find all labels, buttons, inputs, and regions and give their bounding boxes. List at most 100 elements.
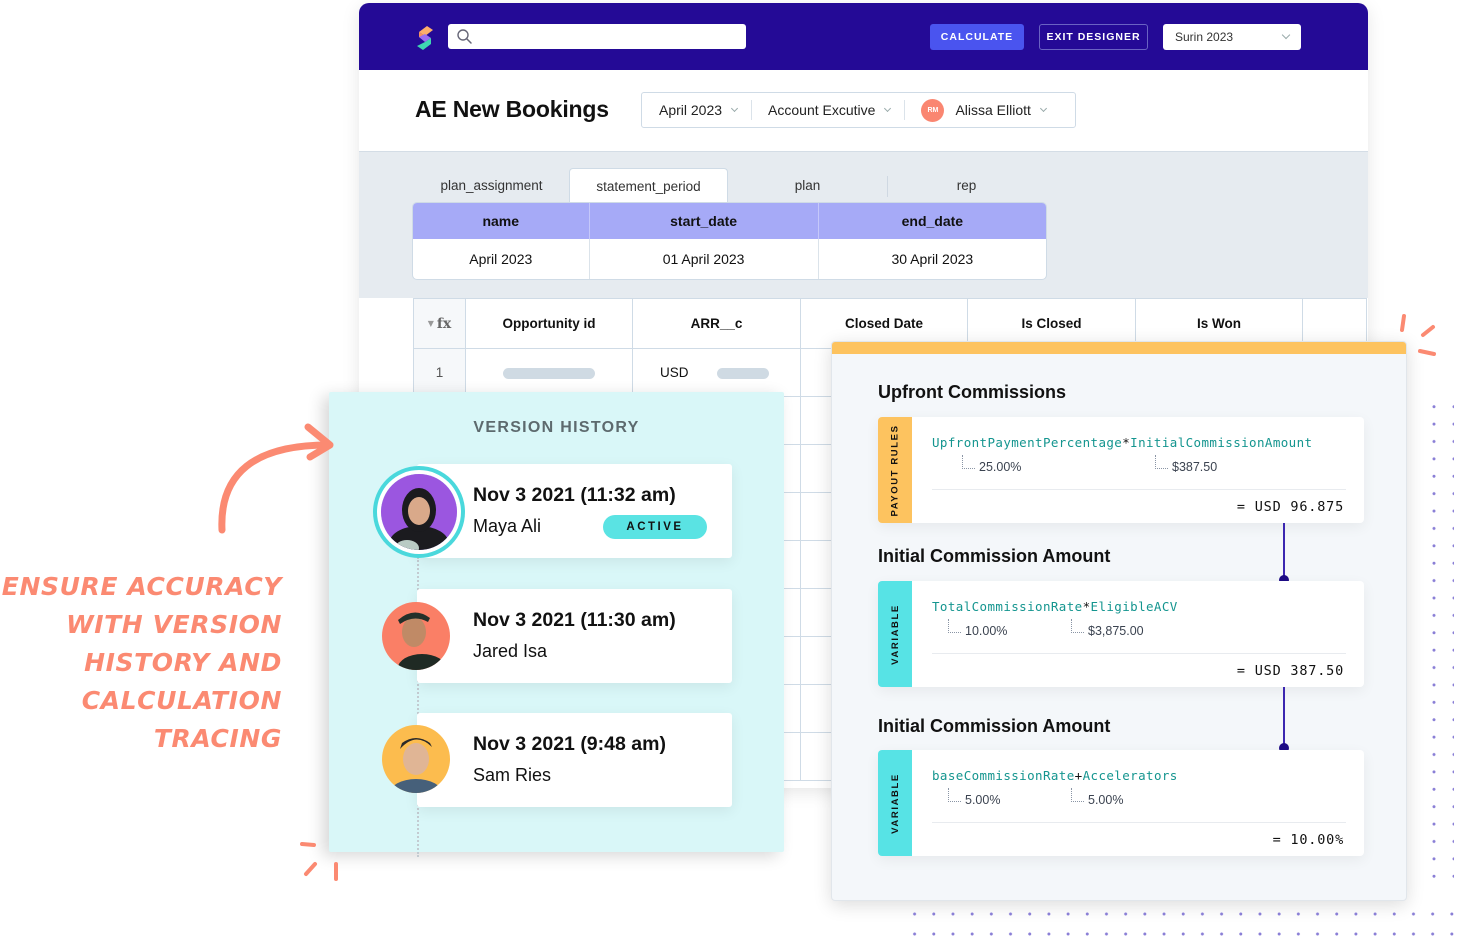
rule-type-tag: VARIABLE bbox=[878, 750, 912, 856]
payout-rule-card[interactable]: PAYOUT RULES UpfrontPaymentPercentage*In… bbox=[878, 417, 1364, 523]
operand-value: 5.00% bbox=[1071, 788, 1123, 807]
chevron-down-icon bbox=[731, 104, 739, 112]
tagline-line: with version bbox=[66, 610, 282, 639]
version-entry[interactable]: Nov 3 2021 (11:30 am) Jared Isa bbox=[382, 589, 732, 683]
user-photo-icon bbox=[381, 474, 457, 550]
table-cell: 30 April 2023 bbox=[891, 251, 974, 267]
page-title: AE New Bookings bbox=[415, 96, 609, 122]
avatar bbox=[382, 602, 450, 670]
formula-operand[interactable]: baseCommissionRate bbox=[932, 768, 1075, 783]
rule-type-tag: PAYOUT RULES bbox=[878, 417, 912, 523]
opportunity-id-cell bbox=[465, 348, 633, 397]
variable-card[interactable]: VARIABLE TotalCommissionRate*EligibleACV… bbox=[878, 581, 1364, 687]
formula-operand[interactable]: EligibleACV bbox=[1091, 599, 1178, 614]
exit-designer-button[interactable]: EXIT DESIGNER bbox=[1039, 24, 1148, 50]
top-bar: CALCULATE EXIT DESIGNER Surin 2023 bbox=[359, 3, 1368, 70]
formula-expression: UpfrontPaymentPercentage*InitialCommissi… bbox=[932, 435, 1313, 450]
tab-statement-period[interactable]: statement_period bbox=[569, 168, 728, 203]
panel-accent-bar bbox=[832, 342, 1406, 354]
trace-section-title: Upfront Commissions bbox=[878, 382, 1067, 402]
role-filter[interactable]: Account Excutive bbox=[751, 93, 904, 127]
table-cell: April 2023 bbox=[413, 239, 590, 279]
formula-expression: TotalCommissionRate*EligibleACV bbox=[932, 599, 1178, 614]
formula-column-header[interactable]: ▼ fx bbox=[413, 298, 466, 349]
table-cell: 01 April 2023 bbox=[589, 239, 819, 279]
operand-value: 10.00% bbox=[948, 619, 1007, 638]
operand-value: $3,875.00 bbox=[1071, 619, 1144, 638]
trace-connector bbox=[1279, 523, 1289, 585]
loading-placeholder bbox=[716, 367, 769, 379]
calculation-trace-panel: Upfront Commissions PAYOUT RULES Upfront… bbox=[831, 341, 1407, 901]
version-entry[interactable]: Nov 3 2021 (9:48 am) Sam Ries bbox=[382, 713, 732, 807]
plan-select[interactable]: Surin 2023 bbox=[1163, 24, 1301, 50]
chevron-down-icon bbox=[884, 104, 892, 112]
fx-icon: fx bbox=[436, 315, 452, 332]
row-index: 1 bbox=[413, 348, 466, 397]
tab-plan-assignment[interactable]: plan_assignment bbox=[414, 168, 569, 203]
source-tabs: plan_assignment statement_period plan re… bbox=[414, 168, 1046, 203]
divider bbox=[932, 653, 1346, 654]
version-author: Jared Isa bbox=[473, 641, 548, 661]
avatar: RM bbox=[921, 98, 945, 122]
version-history-title: VERSION HISTORY bbox=[473, 419, 640, 436]
trace-section-title: Initial Commission Amount bbox=[878, 546, 1111, 566]
arr-cell: USD bbox=[632, 348, 801, 397]
operand-value: 5.00% bbox=[948, 788, 1000, 807]
version-date: Nov 3 2021 (11:30 am) bbox=[473, 609, 676, 631]
formula-result: = USD 96.875 bbox=[1236, 499, 1344, 515]
dot-pattern bbox=[1424, 398, 1454, 888]
dot-pattern bbox=[905, 904, 1460, 938]
formula-operand[interactable]: UpfrontPaymentPercentage bbox=[932, 435, 1122, 450]
tab-plan[interactable]: plan bbox=[728, 168, 887, 203]
user-photo-icon bbox=[382, 602, 450, 670]
rule-type-tag: VARIABLE bbox=[878, 581, 912, 687]
trace-section-title: Initial Commission Amount bbox=[878, 716, 1111, 736]
column-header-name[interactable]: name bbox=[413, 203, 590, 239]
spiff-logo-icon[interactable] bbox=[415, 24, 435, 52]
period-filter[interactable]: April 2023 bbox=[642, 93, 751, 127]
version-date: Nov 3 2021 (11:32 am) bbox=[473, 484, 676, 506]
formula-expression: baseCommissionRate+Accelerators bbox=[932, 768, 1178, 783]
currency-label: USD bbox=[660, 365, 689, 380]
avatar bbox=[382, 725, 450, 793]
tab-rep[interactable]: rep bbox=[887, 168, 1046, 203]
formula-result: = 10.00% bbox=[1272, 832, 1344, 848]
sparkle-icon bbox=[1400, 314, 1436, 356]
column-header-opportunity-id[interactable]: Opportunity id bbox=[465, 298, 633, 349]
formula-operand[interactable]: InitialCommissionAmount bbox=[1130, 435, 1312, 450]
statement-period-table: name start_date end_date April 2023 01 A… bbox=[413, 203, 1046, 279]
chevron-down-icon bbox=[1281, 30, 1291, 40]
variable-card[interactable]: VARIABLE baseCommissionRate+Accelerators… bbox=[878, 750, 1364, 856]
version-date: Nov 3 2021 (9:48 am) bbox=[473, 733, 666, 755]
plan-select-value: Surin 2023 bbox=[1175, 30, 1234, 44]
trace-connector bbox=[1279, 687, 1289, 753]
search-icon bbox=[457, 29, 472, 44]
formula-result: = USD 387.50 bbox=[1236, 663, 1344, 679]
loading-placeholder bbox=[503, 367, 595, 379]
version-author: Sam Ries bbox=[473, 765, 552, 785]
operand-value: $387.50 bbox=[1155, 455, 1217, 474]
formula-operand[interactable]: TotalCommissionRate bbox=[932, 599, 1083, 614]
search-input[interactable] bbox=[448, 24, 746, 49]
operand-value: 25.00% bbox=[962, 455, 1021, 474]
column-header-arr[interactable]: ARR__c bbox=[632, 298, 801, 349]
caret-down-icon: ▼ bbox=[427, 317, 434, 328]
column-header-end-date[interactable]: end_date bbox=[818, 203, 1046, 239]
rep-filter[interactable]: RM Alissa Elliott bbox=[904, 93, 1059, 127]
calculate-button[interactable]: CALCULATE bbox=[930, 24, 1024, 50]
column-header-start-date[interactable]: start_date bbox=[589, 203, 819, 239]
version-history-panel: VERSION HISTORY Nov 3 2021 (11:32 am) Ma… bbox=[329, 392, 784, 857]
tagline-line: calculation bbox=[81, 686, 282, 715]
formula-operand[interactable]: Accelerators bbox=[1083, 768, 1178, 783]
divider bbox=[932, 489, 1346, 490]
sparkle-icon bbox=[300, 842, 338, 881]
rep-filter-value: Alissa Elliott bbox=[955, 102, 1031, 118]
marketing-tagline: Ensure accuracy with version history and… bbox=[0, 568, 282, 758]
tagline-line: Ensure accuracy bbox=[1, 572, 282, 601]
avatar bbox=[381, 474, 457, 550]
tagline-line: history and bbox=[84, 648, 282, 677]
table-row[interactable]: April 2023 01 April 2023 30 April 2023 bbox=[413, 239, 1046, 279]
version-entry[interactable]: Nov 3 2021 (11:32 am) Maya Ali ACTIVE bbox=[381, 464, 732, 558]
user-photo-icon bbox=[382, 725, 450, 793]
tagline-line: tracing bbox=[153, 724, 282, 753]
